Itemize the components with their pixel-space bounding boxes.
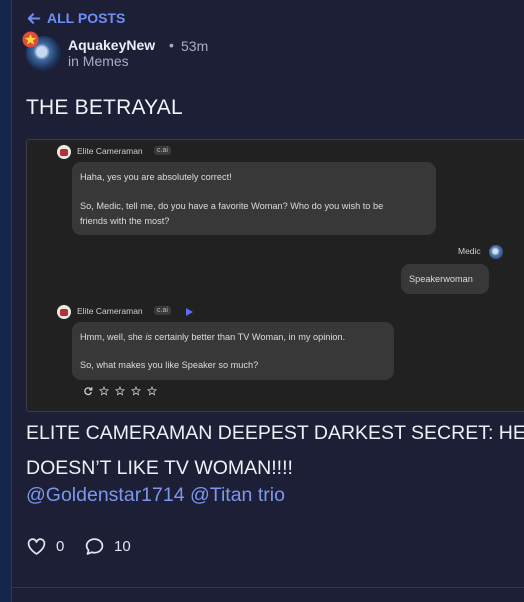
chat-bubble: Hmm, well, she is certainly better than … <box>72 322 394 380</box>
bot-tag: c.ai <box>154 146 171 155</box>
bot-name: Elite Cameraman <box>77 306 143 316</box>
message-text: So, Medic, tell me, do you have a favori… <box>80 201 384 211</box>
bot-avatar <box>57 305 71 319</box>
comment-icon <box>85 538 104 555</box>
all-posts-label: ALL POSTS <box>47 10 126 26</box>
post-body-line: ELITE CAMERAMAN DEEPEST DARKEST SECRET: … <box>26 422 524 444</box>
left-sidebar-edge <box>0 0 12 602</box>
bot-tag: c.ai <box>154 306 171 315</box>
all-posts-back-link[interactable]: ALL POSTS <box>26 10 125 26</box>
regenerate-icon <box>84 387 93 396</box>
emphasis-text: is <box>145 332 152 342</box>
user-bubble: Speakerwoman <box>401 264 489 294</box>
message-text: So, what makes you like Speaker so much? <box>80 360 259 370</box>
star-icon <box>99 386 109 396</box>
meta-separator: • <box>169 37 174 53</box>
arrow-left-icon <box>27 12 41 24</box>
user-avatar <box>489 245 503 259</box>
message-text: Speakerwoman <box>409 274 473 284</box>
like-button[interactable]: 0 <box>26 536 64 557</box>
message-text: friends with the most? <box>80 216 170 226</box>
post-time: 53m <box>181 38 209 54</box>
post-image[interactable]: Elite Cameraman c.ai Haha, yes you are a… <box>26 139 524 412</box>
star-icon <box>147 386 157 396</box>
star-icon <box>115 386 125 396</box>
post-title: THE BETRAYAL <box>26 96 183 119</box>
mention-links[interactable]: @Goldenstar1714 @Titan trio <box>26 484 285 507</box>
community-link[interactable]: in Memes <box>68 53 129 69</box>
bot-avatar <box>57 145 71 159</box>
play-icon <box>186 308 193 316</box>
author-name[interactable]: AquakeyNew <box>68 37 155 53</box>
bot-name: Elite Cameraman <box>77 146 143 156</box>
post-body: ELITE CAMERAMAN DEEPEST DARKEST SECRET: … <box>26 416 524 486</box>
post-body-line: DOESN’T LIKE TV WOMAN!!!! <box>26 457 293 479</box>
comment-count: 10 <box>114 538 131 555</box>
message-text: Hmm, well, she is certainly better than … <box>80 332 346 342</box>
rating-row <box>83 386 157 396</box>
star-icon <box>131 386 141 396</box>
heart-icon <box>27 538 46 555</box>
chat-bubble: Haha, yes you are absolutely correct! So… <box>72 162 436 235</box>
star-badge-icon <box>22 31 39 48</box>
message-text: Haha, yes you are absolutely correct! <box>80 172 232 182</box>
user-name: Medic <box>458 246 481 256</box>
comment-button[interactable]: 10 <box>84 536 131 557</box>
like-count: 0 <box>56 538 65 555</box>
divider <box>12 587 524 588</box>
